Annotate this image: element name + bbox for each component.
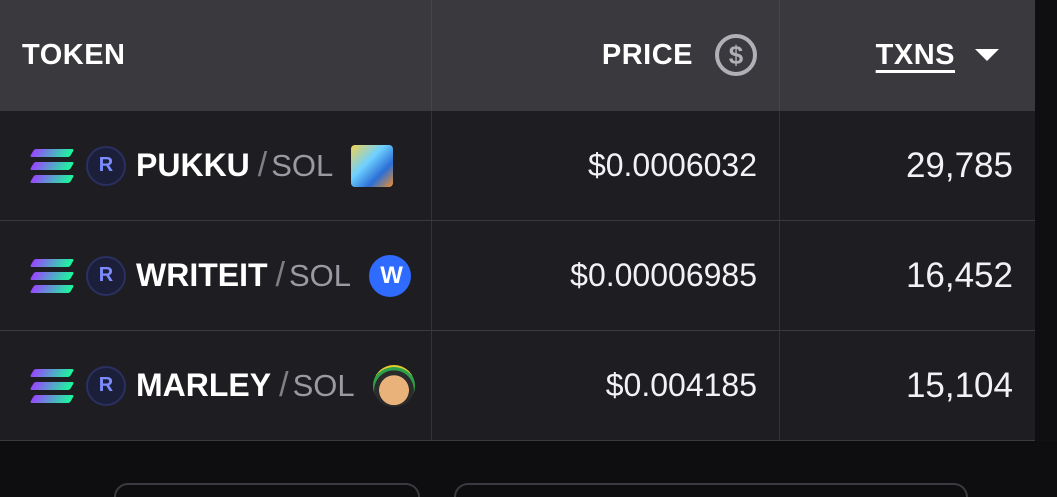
raydium-icon: R bbox=[86, 365, 126, 406]
txns-header-label[interactable]: TXNS bbox=[876, 39, 955, 72]
token-table: TOKEN PRICE $ TXNS R PUKKU / SOL $0.0006… bbox=[0, 0, 1035, 441]
writeit-logo-icon: W bbox=[369, 254, 412, 297]
pair-separator: / bbox=[257, 146, 268, 184]
quote-symbol: SOL bbox=[288, 257, 352, 293]
token-header-label: TOKEN bbox=[22, 38, 126, 71]
price-cell: $0.004185 bbox=[432, 331, 780, 440]
pukku-logo-icon bbox=[351, 144, 394, 187]
table-header: TOKEN PRICE $ TXNS bbox=[0, 0, 1035, 111]
column-header-token[interactable]: TOKEN bbox=[0, 0, 432, 110]
raydium-icon: R bbox=[86, 255, 126, 296]
token-price: $0.0006032 bbox=[587, 147, 757, 183]
quote-symbol: SOL bbox=[271, 147, 334, 183]
token-cell: R MARLEY / SOL bbox=[0, 331, 432, 440]
token-symbol: MARLEY bbox=[136, 367, 272, 403]
token-cell: R PUKKU / SOL bbox=[0, 111, 432, 220]
marley-logo-icon bbox=[372, 364, 415, 407]
pagination-area bbox=[0, 441, 1057, 497]
token-cell: R WRITEIT / SOL W bbox=[0, 221, 432, 330]
solana-icon bbox=[29, 368, 75, 403]
token-price: $0.004185 bbox=[605, 367, 757, 403]
txns-cell: 15,104 bbox=[780, 331, 1035, 440]
sort-descending-icon[interactable] bbox=[975, 49, 999, 61]
solana-icon bbox=[29, 148, 75, 183]
pair-separator: / bbox=[279, 366, 289, 404]
solana-icon bbox=[29, 258, 75, 293]
pagination-button-prev[interactable] bbox=[114, 483, 420, 497]
txns-cell: 29,785 bbox=[780, 111, 1035, 220]
table-row[interactable]: R PUKKU / SOL $0.0006032 29,785 bbox=[0, 111, 1035, 221]
token-symbol: WRITEIT bbox=[136, 257, 268, 293]
column-header-price[interactable]: PRICE $ bbox=[432, 0, 780, 110]
token-txns: 16,452 bbox=[905, 255, 1013, 295]
table-scrollbar[interactable] bbox=[1035, 0, 1057, 440]
token-symbol: PUKKU bbox=[136, 147, 250, 183]
token-txns: 29,785 bbox=[905, 145, 1013, 185]
raydium-icon: R bbox=[86, 145, 126, 186]
price-cell: $0.00006985 bbox=[432, 221, 780, 330]
pair-separator: / bbox=[275, 256, 285, 294]
token-price: $0.00006985 bbox=[570, 257, 757, 293]
price-header-label: PRICE bbox=[601, 38, 693, 71]
table-row[interactable]: R MARLEY / SOL $0.004185 15,104 bbox=[0, 331, 1035, 441]
price-cell: $0.0006032 bbox=[432, 111, 780, 220]
column-header-txns[interactable]: TXNS bbox=[780, 0, 1035, 110]
token-txns: 15,104 bbox=[905, 365, 1013, 405]
txns-cell: 16,452 bbox=[780, 221, 1035, 330]
currency-toggle-icon[interactable]: $ bbox=[715, 34, 757, 76]
pagination-button-next[interactable] bbox=[454, 483, 968, 497]
table-row[interactable]: R WRITEIT / SOL W $0.00006985 16,452 bbox=[0, 221, 1035, 331]
quote-symbol: SOL bbox=[292, 367, 355, 403]
